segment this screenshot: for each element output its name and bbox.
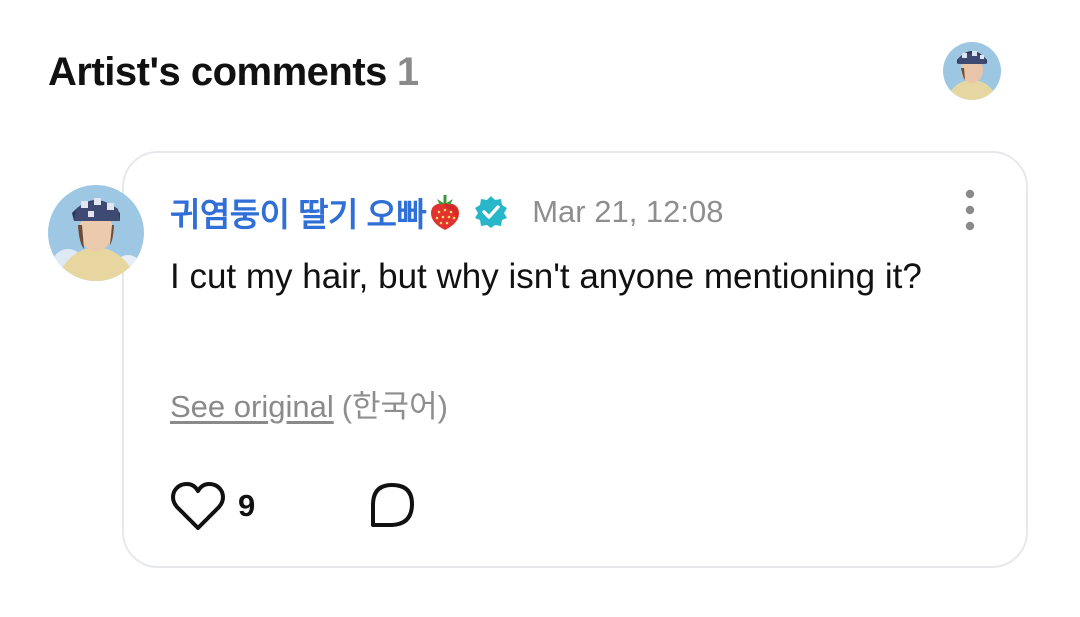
comment-timestamp: Mar 21, 12:08 [532,194,724,229]
comment-meta: 귀염둥이 딸기 오빠 Mar 21, 12:08 [170,191,724,233]
verified-badge-icon [474,195,508,229]
author-name[interactable]: 귀염둥이 딸기 오빠 [170,188,427,236]
like-button[interactable]: 9 [170,478,255,534]
section-title: Artist's comments 1 [48,50,419,95]
see-original-link[interactable]: See original [170,389,334,424]
original-language-label: (한국어) [341,389,448,424]
comment-count: 1 [396,50,419,94]
like-count: 9 [238,488,256,523]
artist-comments-header: Artist's comments 1 [48,46,1004,106]
heart-icon [171,482,225,530]
strawberry-icon [428,193,462,231]
translation-row: See original (한국어) [170,381,448,426]
artist-avatar-button[interactable] [943,42,1001,100]
more-options-button[interactable] [952,188,988,232]
author-avatar-button[interactable] [48,185,144,281]
reply-button[interactable] [366,480,418,532]
author-avatar-image [48,185,144,281]
comment-text: I cut my hair, but why isn't anyone ment… [170,257,922,296]
section-title-text: Artist's comments [48,50,387,94]
comment-bubble-icon [371,483,414,527]
artist-avatar-image [943,42,1001,100]
more-vertical-icon [965,189,975,231]
